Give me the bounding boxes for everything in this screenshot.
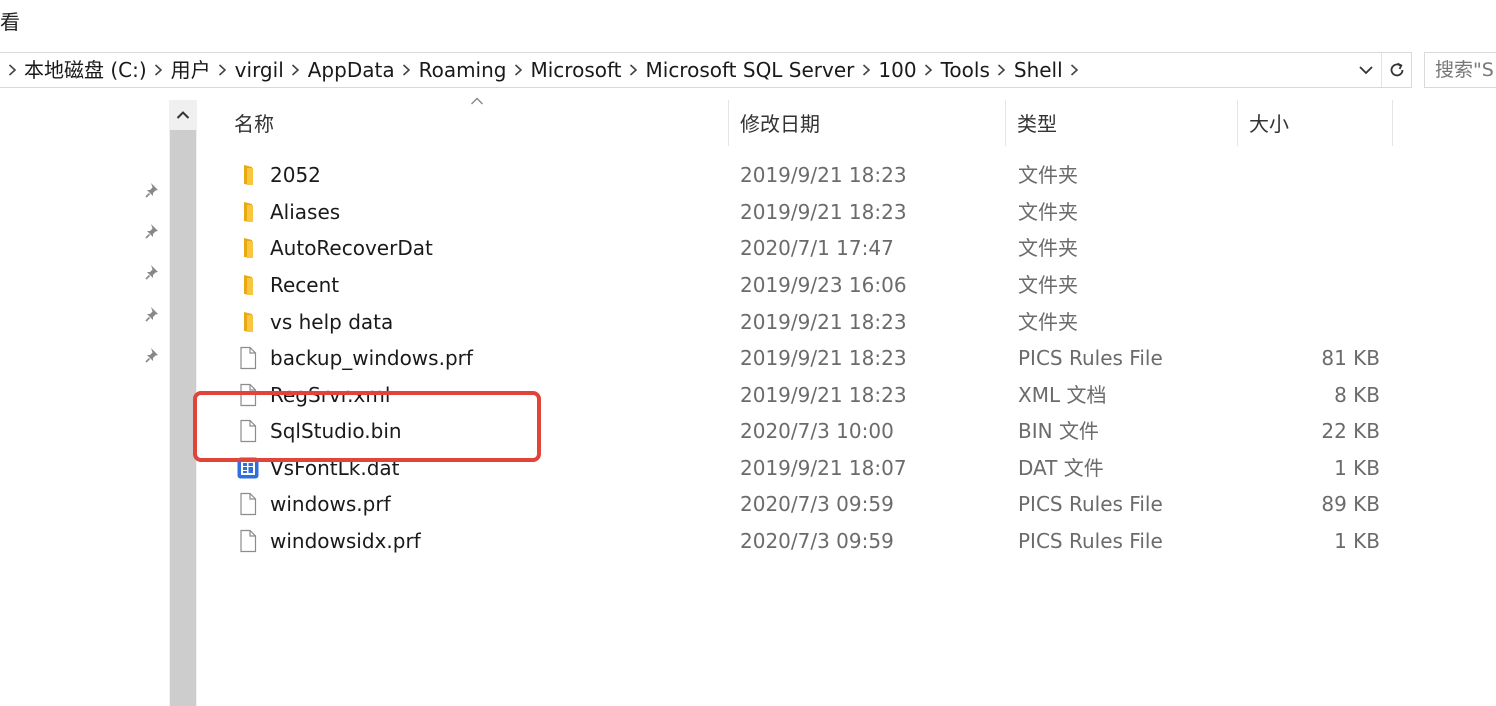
file-date: 2019/9/23 16:06	[740, 273, 907, 297]
column-divider[interactable]	[728, 100, 729, 146]
address-bar[interactable]: 本地磁盘 (C:) 用户 virgil AppData Roaming Micr…	[0, 52, 1412, 88]
file-type: 文件夹	[1018, 273, 1078, 297]
folder-icon	[236, 310, 260, 334]
breadcrumb-chevron-icon[interactable]	[147, 53, 171, 87]
file-type: PICS Rules File	[1018, 529, 1163, 553]
breadcrumb-item[interactable]: Shell	[1014, 53, 1063, 87]
file-size: 1 KB	[1334, 529, 1380, 553]
file-date: 2020/7/1 17:47	[740, 236, 894, 260]
pin-icon[interactable]	[143, 345, 163, 365]
file-type: DAT 文件	[1018, 456, 1104, 480]
breadcrumb-chevron-icon[interactable]	[1063, 53, 1087, 87]
breadcrumb-item[interactable]: Tools	[941, 53, 990, 87]
chevron-down-icon	[1359, 66, 1373, 75]
file-name: vs help data	[270, 310, 394, 334]
breadcrumb-chevron-icon[interactable]	[854, 53, 878, 87]
pin-icon[interactable]	[143, 221, 163, 241]
column-header-type[interactable]: 类型	[1017, 100, 1232, 146]
file-icon	[236, 346, 260, 370]
refresh-icon	[1390, 62, 1403, 77]
breadcrumb-item[interactable]: 用户	[171, 53, 211, 87]
pin-icon[interactable]	[143, 304, 163, 324]
file-type: 文件夹	[1018, 200, 1078, 224]
search-input[interactable]: 搜索"S	[1424, 52, 1496, 88]
file-icon	[236, 529, 260, 553]
breadcrumb-item[interactable]: Microsoft SQL Server	[646, 53, 855, 87]
chevron-up-icon	[176, 111, 190, 119]
breadcrumb-chevron-icon[interactable]	[211, 53, 235, 87]
file-size: 22 KB	[1321, 419, 1380, 443]
folder-icon	[236, 200, 260, 224]
file-row[interactable]: backup_windows.prf 2019/9/21 18:23 PICS …	[228, 340, 1398, 376]
breadcrumb-item[interactable]: virgil	[235, 53, 284, 87]
breadcrumb-chevron-icon[interactable]	[395, 53, 419, 87]
breadcrumb-chevron-icon[interactable]	[917, 53, 941, 87]
breadcrumb: 本地磁盘 (C:) 用户 virgil AppData Roaming Micr…	[0, 53, 1087, 87]
file-row[interactable]: Recent 2019/9/23 16:06 文件夹	[228, 267, 1398, 303]
breadcrumb-root-chevron-icon[interactable]	[0, 53, 24, 87]
file-size: 1 KB	[1334, 456, 1380, 480]
file-type: 文件夹	[1018, 310, 1078, 334]
file-size: 8 KB	[1334, 383, 1380, 407]
file-date: 2019/9/21 18:23	[740, 163, 907, 187]
file-size: 81 KB	[1321, 346, 1380, 370]
file-name: Aliases	[270, 200, 341, 224]
file-date: 2020/7/3 09:59	[740, 529, 894, 553]
column-divider[interactable]	[1392, 100, 1393, 146]
file-name: backup_windows.prf	[270, 346, 473, 370]
column-divider[interactable]	[1237, 100, 1238, 146]
file-date: 2020/7/3 10:00	[740, 419, 894, 443]
column-header-date[interactable]: 修改日期	[740, 100, 1000, 146]
file-row[interactable]: Aliases 2019/9/21 18:23 文件夹	[228, 194, 1398, 230]
breadcrumb-chevron-icon[interactable]	[990, 53, 1014, 87]
file-date: 2019/9/21 18:23	[740, 346, 907, 370]
file-name: AutoRecoverDat	[270, 236, 433, 260]
file-row[interactable]: windowsidx.prf 2020/7/3 09:59 PICS Rules…	[228, 523, 1398, 559]
file-date: 2019/9/21 18:23	[740, 200, 907, 224]
file-type: PICS Rules File	[1018, 492, 1163, 516]
file-date: 2019/9/21 18:23	[740, 310, 907, 334]
breadcrumb-item[interactable]: 100	[878, 53, 916, 87]
file-type: XML 文档	[1018, 383, 1107, 407]
file-name: Recent	[270, 273, 340, 297]
file-name: 2052	[270, 163, 321, 187]
file-icon	[236, 492, 260, 516]
ribbon-tab-view[interactable]: 看	[0, 6, 20, 35]
breadcrumb-item[interactable]: Microsoft	[530, 53, 621, 87]
file-date: 2019/9/21 18:23	[740, 383, 907, 407]
folder-icon	[236, 236, 260, 260]
breadcrumb-item[interactable]: Roaming	[419, 53, 507, 87]
column-header-name[interactable]: 名称	[234, 100, 724, 146]
file-row[interactable]: vs help data 2019/9/21 18:23 文件夹	[228, 304, 1398, 340]
folder-icon	[236, 273, 260, 297]
breadcrumb-chevron-icon[interactable]	[622, 53, 646, 87]
breadcrumb-chevron-icon[interactable]	[506, 53, 530, 87]
file-name: windowsidx.prf	[270, 529, 421, 553]
breadcrumb-item[interactable]: AppData	[308, 53, 395, 87]
file-row[interactable]: windows.prf 2020/7/3 09:59 PICS Rules Fi…	[228, 486, 1398, 522]
file-type: 文件夹	[1018, 163, 1078, 187]
address-history-dropdown[interactable]	[1352, 53, 1380, 87]
file-size: 89 KB	[1321, 492, 1380, 516]
pin-icon[interactable]	[143, 262, 163, 282]
file-name: windows.prf	[270, 492, 391, 516]
file-type: PICS Rules File	[1018, 346, 1163, 370]
scroll-up-button[interactable]	[169, 100, 197, 130]
column-divider[interactable]	[1005, 100, 1006, 146]
breadcrumb-chevron-icon[interactable]	[284, 53, 308, 87]
file-date: 2020/7/3 09:59	[740, 492, 894, 516]
refresh-button[interactable]	[1381, 53, 1411, 87]
file-date: 2019/9/21 18:07	[740, 456, 907, 480]
annotation-highlight-box	[193, 391, 541, 462]
folder-icon	[236, 163, 260, 187]
file-type: BIN 文件	[1018, 419, 1099, 443]
file-row[interactable]: 2052 2019/9/21 18:23 文件夹	[228, 157, 1398, 193]
file-type: 文件夹	[1018, 236, 1078, 260]
breadcrumb-item[interactable]: 本地磁盘 (C:)	[24, 53, 147, 87]
pin-icon[interactable]	[143, 180, 163, 200]
column-header-size[interactable]: 大小	[1249, 100, 1389, 146]
file-row[interactable]: AutoRecoverDat 2020/7/1 17:47 文件夹	[228, 230, 1398, 266]
